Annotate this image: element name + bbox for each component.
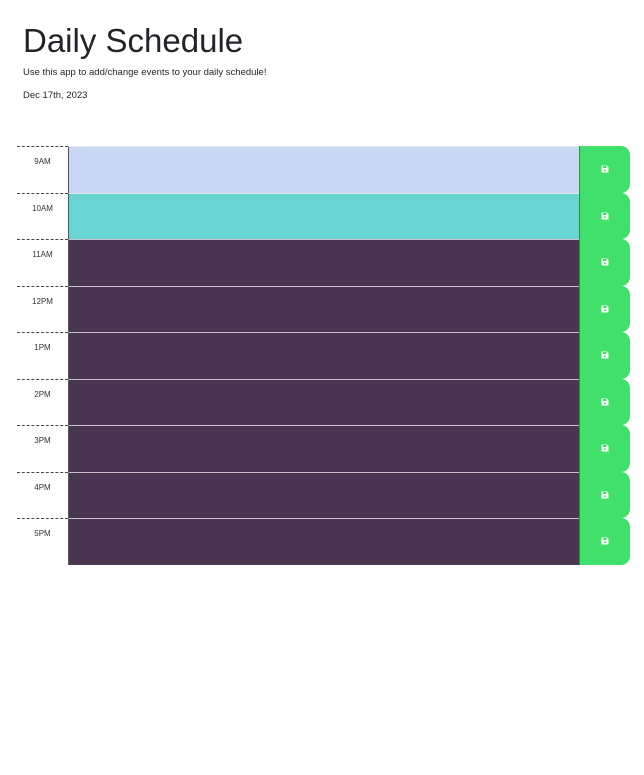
time-block: 12PM <box>17 285 630 333</box>
floppy-disk-icon <box>601 491 609 499</box>
floppy-disk-icon <box>601 444 609 452</box>
hour-label: 4PM <box>17 471 68 519</box>
floppy-disk-icon <box>601 351 609 359</box>
hour-label: 2PM <box>17 378 68 426</box>
event-description-input[interactable] <box>68 239 579 286</box>
hour-label: 3PM <box>17 425 68 472</box>
event-description-input[interactable] <box>68 285 579 332</box>
event-description-input[interactable] <box>68 332 579 379</box>
floppy-disk-icon <box>601 258 609 266</box>
event-description-input[interactable] <box>68 471 579 518</box>
floppy-disk-icon <box>601 165 609 173</box>
floppy-disk-icon <box>601 212 609 220</box>
hour-label: 12PM <box>17 285 68 333</box>
save-button[interactable] <box>579 146 630 193</box>
hour-label: 5PM <box>17 518 68 565</box>
save-button[interactable] <box>579 192 630 239</box>
time-block: 1PM <box>17 332 630 379</box>
floppy-disk-icon <box>601 398 609 406</box>
hour-label: 10AM <box>17 192 68 240</box>
schedule-container: 9AM 10AM 11AM 12PM 1PM 2PM 3PM 4PM 5PM <box>17 146 630 565</box>
event-description-input[interactable] <box>68 146 579 193</box>
floppy-disk-icon <box>601 537 609 545</box>
hour-label: 11AM <box>17 239 68 286</box>
save-button[interactable] <box>579 332 630 379</box>
current-day: Dec 17th, 2023 <box>23 90 88 101</box>
save-button[interactable] <box>579 239 630 286</box>
page-subtitle: Use this app to add/change events to you… <box>23 67 267 78</box>
time-block: 9AM <box>17 146 630 193</box>
hour-label: 1PM <box>17 332 68 379</box>
save-button[interactable] <box>579 518 630 565</box>
event-description-input[interactable] <box>68 192 579 239</box>
page-title: Daily Schedule <box>23 22 244 59</box>
event-description-input[interactable] <box>68 378 579 425</box>
time-block: 2PM <box>17 378 630 426</box>
save-button[interactable] <box>579 378 630 425</box>
time-block: 3PM <box>17 425 630 472</box>
time-block: 5PM <box>17 518 630 565</box>
save-button[interactable] <box>579 425 630 472</box>
floppy-disk-icon <box>601 305 609 313</box>
save-button[interactable] <box>579 471 630 518</box>
time-block: 4PM <box>17 471 630 519</box>
time-block: 10AM <box>17 192 630 240</box>
event-description-input[interactable] <box>68 518 579 565</box>
save-button[interactable] <box>579 285 630 332</box>
hour-label: 9AM <box>17 146 68 193</box>
event-description-input[interactable] <box>68 425 579 472</box>
time-block: 11AM <box>17 239 630 286</box>
